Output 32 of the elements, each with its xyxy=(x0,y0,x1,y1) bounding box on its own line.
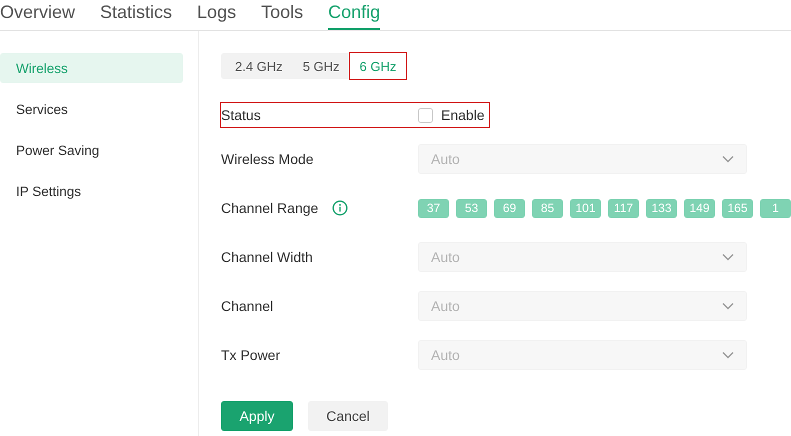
sidebar-item[interactable]: IP Settings xyxy=(0,176,183,206)
sidebar-item[interactable]: Services xyxy=(0,94,183,124)
channel-chip: 101 xyxy=(570,198,601,218)
cancel-button[interactable]: Cancel xyxy=(308,401,388,431)
band-tab[interactable]: 2.4 GHz xyxy=(225,53,293,79)
channel-chip: 53 xyxy=(456,198,487,218)
chevron-down-icon xyxy=(722,302,734,310)
nav-tab[interactable]: Logs xyxy=(197,0,236,30)
channel-chip: 37 xyxy=(418,198,449,218)
nav-tab[interactable]: Tools xyxy=(261,0,304,30)
channel-chip: 133 xyxy=(646,198,677,218)
field-label: Channel Width xyxy=(221,249,314,265)
field-label: Tx Power xyxy=(221,347,282,363)
channel-chip: 149 xyxy=(684,198,715,218)
field-label: Wireless Mode xyxy=(221,151,315,167)
field-label: Channel xyxy=(221,298,274,314)
field-label: Status xyxy=(221,107,262,123)
sidebar-item[interactable]: Power Saving xyxy=(0,135,183,165)
field-label: Channel Range xyxy=(221,200,318,216)
nav-tab[interactable]: Overview xyxy=(0,0,76,30)
channel-chip: 69 xyxy=(494,198,525,218)
channel-chip: 85 xyxy=(532,198,563,218)
chevron-down-icon xyxy=(722,351,734,359)
channel-chip: 165 xyxy=(722,198,753,218)
channel-chip: 117 xyxy=(608,198,639,218)
nav-tab[interactable]: Statistics xyxy=(100,0,172,30)
band-tab[interactable]: 5 GHz xyxy=(292,53,350,79)
chevron-down-icon xyxy=(722,155,734,163)
info-icon[interactable] xyxy=(332,200,348,216)
channel-chip: 1 xyxy=(760,198,791,218)
enable-checkbox[interactable]: Enable xyxy=(418,107,485,123)
chevron-down-icon xyxy=(722,253,734,261)
